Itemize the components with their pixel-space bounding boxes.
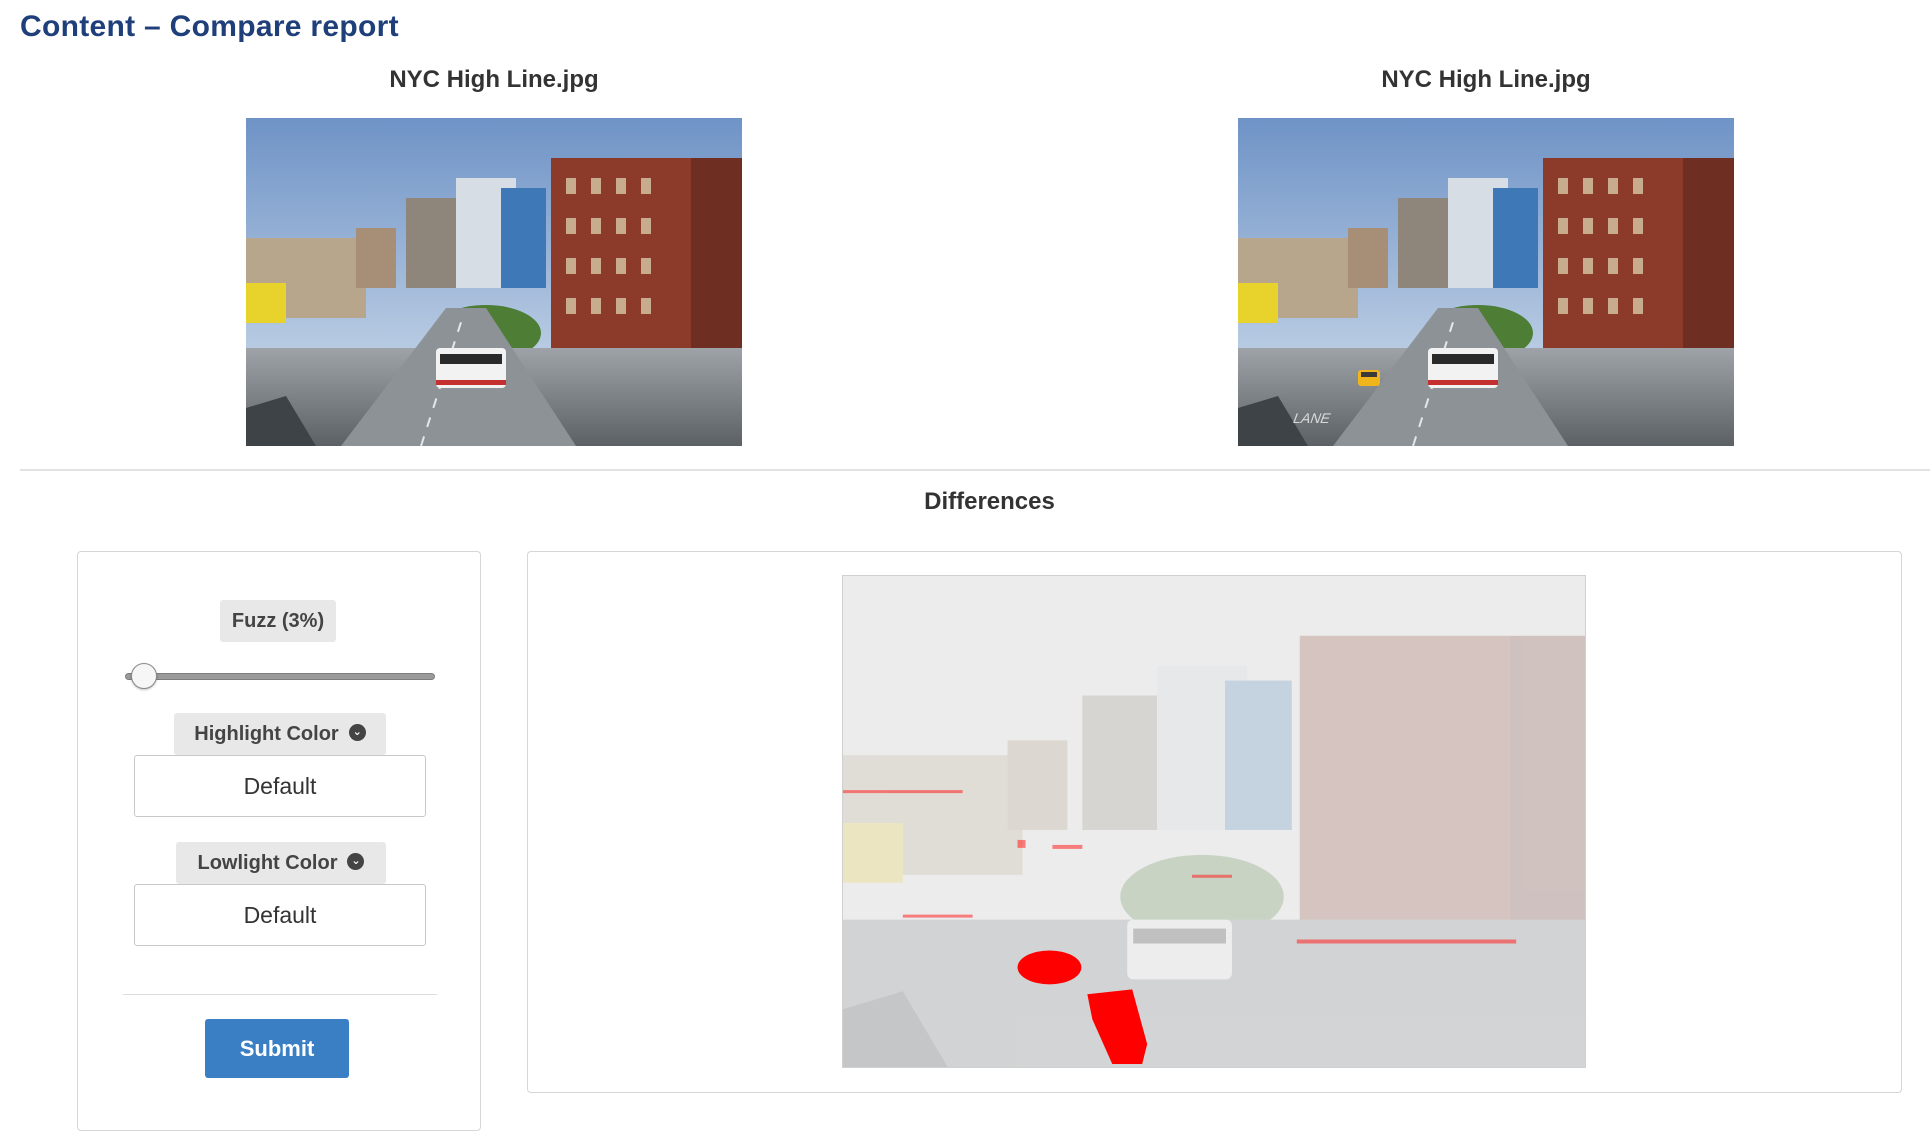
modified-image-column: NYC High Line.jpg LANE	[1238, 62, 1734, 446]
lowlight-color-dropdown[interactable]: Lowlight Color ⌄	[176, 842, 386, 884]
chevron-down-circle-icon: ⌄	[347, 853, 365, 871]
difference-image	[842, 575, 1586, 1068]
controls-divider	[123, 994, 437, 995]
modified-photo: LANE	[1238, 118, 1734, 446]
controls-panel: Fuzz (3%) Highlight Color ⌄ Default Lowli…	[77, 551, 481, 1131]
differences-panel	[527, 551, 1902, 1093]
fuzz-slider[interactable]	[125, 673, 435, 680]
modified-image-title: NYC High Line.jpg	[1381, 66, 1591, 93]
section-divider	[20, 469, 1930, 471]
original-image-title: NYC High Line.jpg	[389, 66, 599, 93]
submit-button[interactable]: Submit	[205, 1019, 349, 1078]
fuzz-slider-handle[interactable]	[131, 663, 157, 689]
page-title: Content – Compare report	[20, 10, 399, 43]
chevron-down-circle-icon: ⌄	[348, 724, 366, 742]
highlight-color-select[interactable]: Default	[134, 755, 426, 817]
original-photo	[246, 118, 742, 446]
fuzz-label: Fuzz (3%)	[220, 600, 336, 642]
highlight-color-label: Highlight Color	[194, 723, 339, 745]
original-image-column: NYC High Line.jpg	[246, 62, 742, 446]
highlight-color-dropdown[interactable]: Highlight Color ⌄	[174, 713, 386, 755]
lowlight-color-label: Lowlight Color	[197, 852, 338, 874]
svg-text:LANE: LANE	[1291, 411, 1334, 426]
lowlight-color-select[interactable]: Default	[134, 884, 426, 946]
differences-heading: Differences	[924, 488, 1055, 515]
